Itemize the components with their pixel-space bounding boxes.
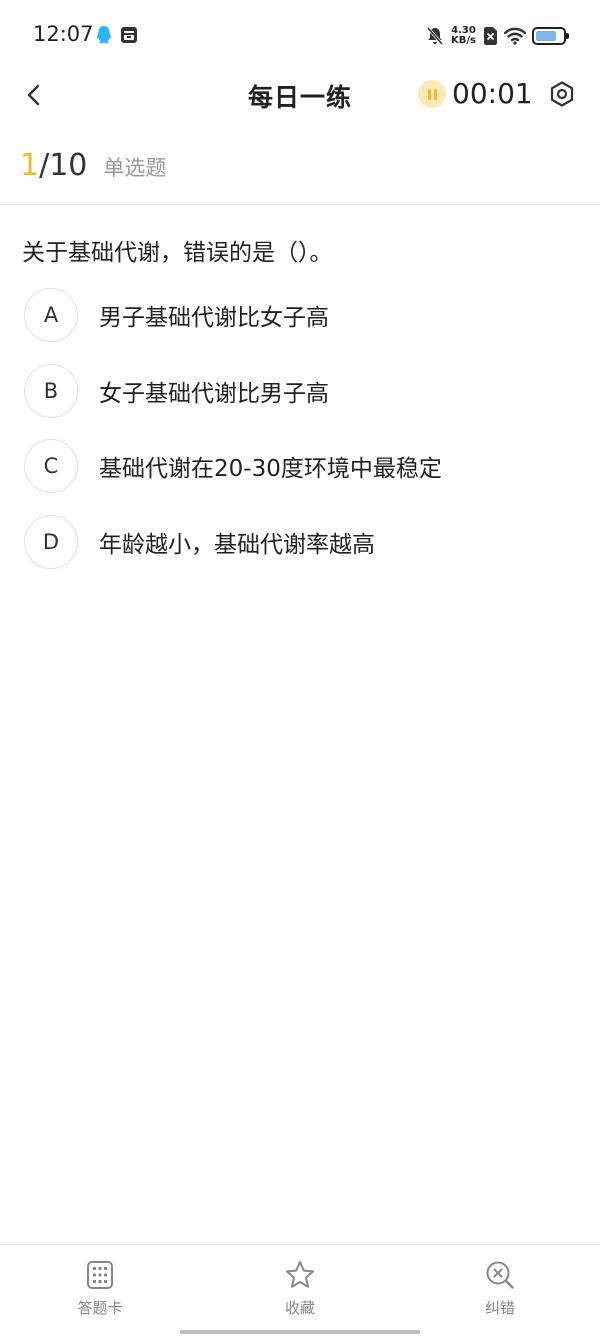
option-letter: B [24,363,78,418]
option-text: 年龄越小，基础代谢率越高 [99,531,375,558]
question-text: 关于基础代谢，错误的是（）。 [22,240,333,266]
option-text: 基础代谢在20-30度环境中最稳定 [99,456,442,482]
tab-answer-card-label: 答题卡 [77,1299,123,1317]
qq-notification-icon [96,26,112,44]
tab-report-error[interactable]: 纠错 [440,1259,560,1318]
current-question-number: 1 [20,148,40,183]
status-bar: 12:07 4.30 KB/s [0,0,600,70]
battery-level [536,31,556,41]
answer-card-icon [87,1261,113,1289]
mute-bell-icon [426,27,444,45]
elapsed-timer: 00:01 [452,77,533,110]
search-error-icon [486,1261,514,1289]
tab-answer-card[interactable]: 答题卡 [40,1259,160,1318]
option-letter: A [24,288,78,342]
option-letter: C [24,439,78,493]
option-d[interactable]: D 年龄越小，基础代谢率越高 [24,514,584,569]
question-progress: 1 /10 单选题 [20,148,166,183]
nav-bar: 每日一练 00:01 [0,70,600,126]
status-indicators: 4.30 KB/s [425,24,569,48]
battery-icon [532,27,569,45]
total-questions: /10 [39,148,88,183]
option-a[interactable]: A 男子基础代谢比女子高 [24,288,584,342]
pause-icon-bar [433,88,437,100]
answer-options: A 男子基础代谢比女子高 B 女子基础代谢比男子高 C 基础代谢在20-30度环… [24,288,584,590]
option-text: 女子基础代谢比男子高 [99,380,329,407]
star-icon [286,1261,314,1288]
option-b[interactable]: B 女子基础代谢比男子高 [24,363,584,418]
tab-report-error-label: 纠错 [484,1299,515,1317]
option-letter: D [24,514,78,569]
home-indicator[interactable] [180,1330,420,1334]
wifi-icon [504,27,526,45]
bottom-toolbar: 答题卡 收藏 纠错 [0,1244,600,1337]
pause-icon-bar [427,88,431,100]
status-time: 12:07 [33,22,94,46]
tab-favorite-label: 收藏 [284,1299,315,1317]
settings-gear-icon[interactable] [548,80,576,108]
pause-button[interactable] [418,80,446,108]
message-box-icon [121,27,137,43]
question-type: 单选题 [103,156,167,180]
divider [0,204,600,205]
network-speed: 4.30 KB/s [451,26,476,46]
network-speed-unit: KB/s [451,35,476,46]
option-text: 男子基础代谢比女子高 [99,305,329,331]
tab-favorite[interactable]: 收藏 [240,1259,360,1318]
no-sim-icon [484,27,497,45]
option-c[interactable]: C 基础代谢在20-30度环境中最稳定 [24,439,584,493]
